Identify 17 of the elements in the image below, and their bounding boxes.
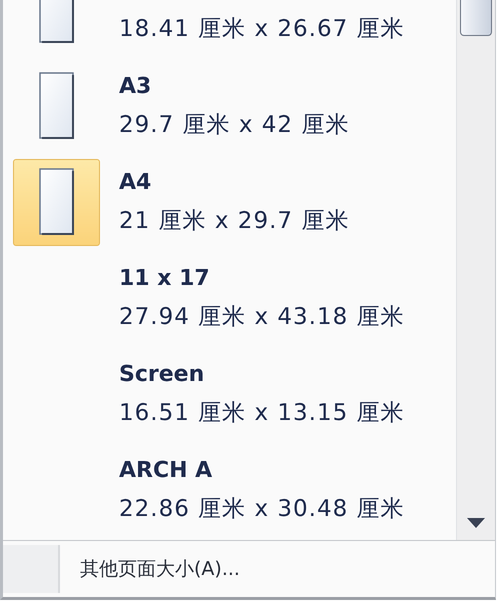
size-dimensions: 16.51 厘米 x 13.15 厘米: [119, 401, 405, 425]
size-name: Screen: [119, 363, 206, 387]
size-name: 11 x 17: [119, 267, 211, 291]
size-dimensions: 22.86 厘米 x 30.48 厘米: [119, 497, 405, 521]
icon-gutter: [3, 545, 60, 593]
size-name: A3: [119, 75, 152, 99]
size-dimensions: 29.7 厘米 x 42 厘米: [119, 113, 350, 137]
scroll-down-arrow-icon[interactable]: [467, 518, 485, 528]
selection-highlight[interactable]: [13, 158, 100, 246]
size-name: ARCH A: [119, 459, 214, 483]
more-page-sizes-item[interactable]: 其他页面大小(A)...: [80, 554, 240, 584]
size-dimensions: 18.41 厘米 x 26.67 厘米: [119, 17, 405, 41]
size-dimensions: 21 厘米 x 29.7 厘米: [119, 209, 350, 233]
size-name: A4: [119, 171, 152, 195]
scroll-thumb[interactable]: [460, 0, 492, 36]
scroll-bar[interactable]: [456, 0, 495, 540]
size-dimensions: 27.94 厘米 x 43.18 厘米: [119, 305, 405, 329]
